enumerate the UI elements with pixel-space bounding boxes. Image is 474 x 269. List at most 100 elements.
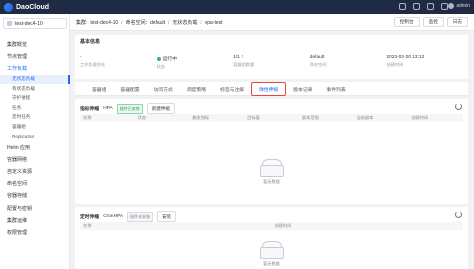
plugin-installed-badge: 插件已安装 bbox=[116, 103, 143, 114]
sidebar-item[interactable]: 无状态负载 bbox=[0, 74, 70, 85]
status-dot-icon bbox=[156, 56, 161, 61]
sidebar-item[interactable]: 集群运维 bbox=[0, 214, 70, 226]
breadcrumb-namespace[interactable]: default bbox=[150, 20, 165, 26]
empty-text: 暂无数据 bbox=[263, 179, 280, 184]
sidebar-item[interactable]: 守护进程 bbox=[0, 94, 70, 104]
basic-info-card: 基本信息 - 工作负载别名 运行中 状态 1/1 ↑ 容器组数量 default 命名空间 20… bbox=[75, 35, 468, 79]
tab-item[interactable]: 容器组 bbox=[85, 82, 113, 96]
workspace-name: test-dec4-10 bbox=[15, 20, 43, 27]
language-icon[interactable] bbox=[441, 3, 448, 10]
daocloud-logo-icon bbox=[4, 2, 13, 12]
empty-text: 暂无数据 bbox=[263, 261, 280, 266]
sidebar-item[interactable]: 集群概览 bbox=[0, 38, 70, 50]
avatar bbox=[448, 3, 455, 9]
column-header: 目标值 bbox=[247, 115, 260, 120]
hpa-panel: 指标伸缩 HPA 插件已安装 新建伸缩 名称 状态 触发指标 目标值 副本范围 当前副本 创… bbox=[75, 99, 468, 204]
basic-info-title: 基本信息 bbox=[80, 39, 101, 45]
column-header: 名称 bbox=[83, 223, 92, 228]
info-value-text: default bbox=[309, 55, 325, 60]
sidebar-item[interactable]: 容器网络 bbox=[0, 153, 70, 165]
info-field-value: 运行中 bbox=[156, 55, 234, 62]
sidebar-item[interactable]: 容器组 bbox=[0, 122, 70, 132]
sidebar-item[interactable]: Helm 应用 bbox=[0, 141, 70, 153]
breadcrumb-separator: / bbox=[121, 19, 123, 26]
sidebar-item[interactable]: 权限管理 bbox=[0, 226, 70, 238]
user-menu[interactable]: admin bbox=[448, 3, 470, 9]
info-value-text: 运行中 bbox=[162, 57, 177, 62]
app-name: DaoCloud bbox=[16, 3, 50, 11]
info-field-label: 创建时间 bbox=[386, 62, 404, 67]
tab-item[interactable]: 事件列表 bbox=[319, 82, 352, 96]
sidebar-item[interactable]: 工作负载 bbox=[0, 62, 70, 74]
empty-box-icon bbox=[259, 159, 284, 177]
sidebar-nav: 集群概览 节点管理 工作负载 无状态负载 有状态负载 守护进程 任务 定时任务 容器组 Repli… bbox=[0, 38, 70, 239]
logs-button[interactable]: 日志 bbox=[446, 17, 468, 27]
info-field: 运行中 状态 bbox=[156, 55, 234, 70]
info-field-value: 1/1 ↑ bbox=[233, 55, 310, 60]
sidebar-item[interactable]: 容器存储 bbox=[0, 190, 70, 202]
info-field: - 工作负载别名 bbox=[80, 55, 157, 70]
column-header: 状态 bbox=[137, 115, 147, 120]
info-field: default 命名空间 bbox=[310, 55, 387, 70]
breadcrumb-namespace-label: 命名空间: bbox=[125, 20, 147, 26]
info-value-text: - bbox=[80, 55, 82, 60]
hpa-kind: HPA bbox=[103, 106, 113, 111]
tab-item[interactable]: 调度策略 bbox=[180, 82, 213, 96]
top-bar: DaoCloud admin bbox=[0, 0, 474, 14]
console-button[interactable]: 控制台 bbox=[393, 17, 420, 27]
breadcrumb-cluster-label: 集群: bbox=[76, 20, 88, 26]
info-field: 2023-02-20 13:12 创建时间 bbox=[386, 55, 463, 70]
breadcrumb-separator: / bbox=[200, 19, 202, 26]
breadcrumb-cluster[interactable]: test-dec4-10 bbox=[90, 20, 118, 26]
sidebar-item[interactable]: 定时任务 bbox=[0, 113, 70, 123]
cronhpa-panel: 定时伸缩 CronHPA 插件未安装 安装 名称 创建时间 暂无数据 bbox=[75, 207, 468, 269]
detail-tabs: 容器组 容器配置 访问方式 调度策略 标签与注解 弹性伸缩 版本记录 事件列表 bbox=[75, 82, 468, 96]
info-field-label: 工作负载别名 bbox=[80, 62, 106, 67]
install-button[interactable]: 安装 bbox=[157, 211, 177, 222]
tab-item[interactable]: 容器配置 bbox=[113, 82, 146, 96]
info-value-text: 2023-02-20 13:12 bbox=[386, 55, 425, 60]
app-logo[interactable]: DaoCloud bbox=[4, 2, 49, 12]
hpa-empty-state: 暂无数据 bbox=[259, 159, 284, 185]
breadcrumb: 集群: test-dec4-10 / 命名空间: default / 无状态负载… bbox=[76, 19, 223, 27]
column-header: 创建时间 bbox=[411, 115, 429, 120]
info-field-label: 容器组数量 bbox=[233, 62, 255, 67]
tab-item[interactable]: 访问方式 bbox=[147, 82, 180, 96]
grid-apps-icon[interactable] bbox=[427, 3, 434, 10]
sidebar-item[interactable]: 有状态负载 bbox=[0, 84, 70, 94]
monitor-button[interactable]: 监控 bbox=[422, 17, 444, 27]
tab-item[interactable]: 版本记录 bbox=[286, 82, 319, 96]
tab-item[interactable]: 标签与注解 bbox=[213, 82, 251, 96]
tab-item[interactable]: 弹性伸缩 bbox=[251, 82, 287, 96]
column-header: 副本范围 bbox=[301, 115, 319, 120]
sidebar-item[interactable]: ReplicaSet bbox=[0, 132, 70, 142]
refresh-icon[interactable] bbox=[455, 103, 462, 110]
cronhpa-table-header: 名称 创建时间 bbox=[80, 222, 463, 230]
main-content: 集群: test-dec4-10 / 命名空间: default / 无状态负载… bbox=[70, 14, 474, 269]
docs-icon[interactable] bbox=[399, 3, 406, 10]
info-value-text: 1/1 ↑ bbox=[233, 55, 244, 60]
info-field-value: - bbox=[80, 55, 157, 60]
breadcrumb-section[interactable]: 无状态负载 bbox=[172, 19, 197, 26]
notification-icon[interactable] bbox=[413, 3, 420, 10]
refresh-icon[interactable] bbox=[455, 211, 462, 218]
sidebar-item[interactable]: 命名空间 bbox=[0, 178, 70, 190]
sidebar-item[interactable]: 配置与密钥 bbox=[0, 202, 70, 214]
workspace-selector[interactable]: test-dec4-10 bbox=[3, 18, 67, 29]
plugin-not-installed-badge: 插件未安装 bbox=[127, 211, 154, 222]
user-name: admin bbox=[456, 3, 470, 9]
create-hpa-button[interactable]: 新建伸缩 bbox=[146, 103, 175, 114]
sidebar-item[interactable]: 自定义资源 bbox=[0, 165, 70, 177]
sidebar-item[interactable]: 节点管理 bbox=[0, 50, 70, 62]
column-header: 名称 bbox=[83, 115, 92, 120]
cronhpa-title: 定时伸缩 bbox=[80, 215, 100, 220]
cronhpa-kind: CronHPA bbox=[103, 214, 124, 219]
sidebar-item[interactable]: 任务 bbox=[0, 103, 70, 113]
sidebar: test-dec4-10 集群概览 节点管理 工作负载 无状态负载 有状态负载 守护进程任… bbox=[0, 14, 70, 269]
empty-box-icon bbox=[259, 241, 284, 259]
hpa-title: 指标伸缩 bbox=[80, 107, 100, 112]
info-field: 1/1 ↑ 容器组数量 bbox=[233, 55, 310, 70]
info-field-value: 2023-02-20 13:12 bbox=[386, 55, 463, 60]
hpa-table-header: 名称 状态 触发指标 目标值 副本范围 当前副本 创建时间 bbox=[80, 114, 463, 122]
breadcrumb-current: vpa-test bbox=[204, 19, 223, 26]
